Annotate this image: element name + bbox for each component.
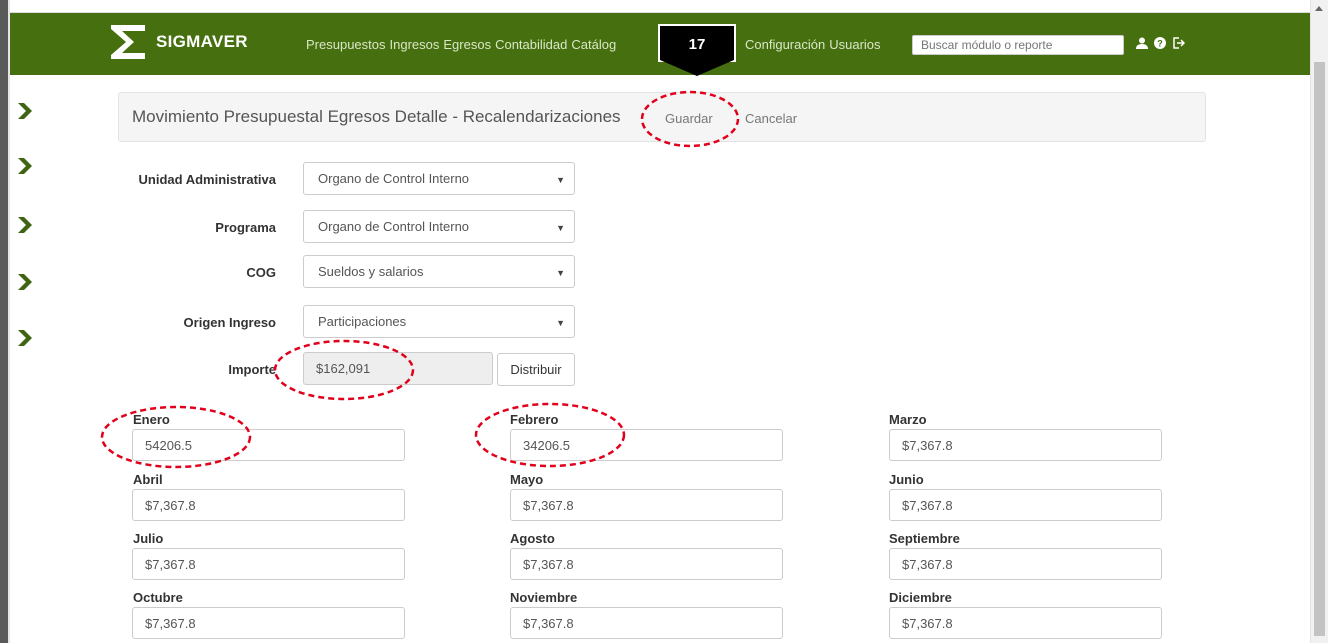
menu-item-catalogos[interactable]: Catálog [571,37,616,52]
month-input-abril[interactable]: $7,367.8 [132,489,405,521]
month-input-diciembre[interactable]: $7,367.8 [889,607,1162,639]
help-icon[interactable]: ? [1154,37,1166,52]
chevron-right-icon[interactable] [16,215,34,235]
main-menu: Presupuestos Ingresos Egresos Contabilid… [306,37,620,52]
month-value: $7,367.8 [523,557,574,572]
save-button[interactable]: Guardar [665,111,713,126]
month-value: $7,367.8 [902,616,953,631]
month-value: $7,367.8 [145,498,196,513]
origen-ingreso-label: Origen Ingreso [183,315,276,330]
month-label-marzo: Marzo [889,412,927,427]
month-label-junio: Junio [889,472,924,487]
page-header-panel: Movimiento Presupuestal Egresos Detalle … [118,92,1206,142]
menu-item-configuracion[interactable]: Configuración [745,37,825,52]
sigmaver-logo-icon [111,25,145,59]
month-input-octubre[interactable]: $7,367.8 [132,607,405,639]
scrollbar-thumb[interactable] [1314,62,1325,636]
unidad-administrativa-value: Organo de Control Interno [318,171,470,186]
month-value: 34206.5 [523,438,570,453]
chevron-right-icon[interactable] [16,156,34,176]
month-value: $7,367.8 [145,557,196,572]
cog-label: COG [246,265,276,280]
scroll-up-arrow-icon[interactable] [1315,6,1323,11]
vertical-scrollbar[interactable] [1310,0,1328,643]
caret-down-icon: ▼ [556,318,565,328]
user-icon[interactable] [1136,37,1148,52]
month-input-noviembre[interactable]: $7,367.8 [510,607,783,639]
top-strip [10,0,1310,13]
month-input-agosto[interactable]: $7,367.8 [510,548,783,580]
caret-down-icon: ▼ [556,175,565,185]
month-label-abril: Abril [133,472,163,487]
importe-value: $162,091 [316,361,371,376]
month-label-octubre: Octubre [133,590,183,605]
month-value: $7,367.8 [523,616,574,631]
month-label-enero: Enero [133,412,170,427]
month-value: $7,367.8 [902,438,953,453]
month-label-julio: Julio [133,531,164,546]
brand-name: SIGMAVER [156,32,248,51]
programa-select[interactable]: Organo de Control Interno ▼ [303,210,575,243]
svg-text:?: ? [1157,39,1163,49]
programa-label: Programa [215,220,276,235]
menu-item-contabilidad[interactable]: Contabilidad [495,37,567,52]
programa-value: Organo de Control Interno [318,219,470,234]
month-label-septiembre: Septiembre [889,531,960,546]
unidad-administrativa-label: Unidad Administrativa [138,172,276,187]
window-left-inner-border [8,0,10,643]
unidad-administrativa-select[interactable]: Organo de Control Interno ▼ [303,162,575,195]
chevron-right-icon[interactable] [16,328,34,348]
page-title: Movimiento Presupuestal Egresos Detalle … [132,107,621,126]
distribuir-button[interactable]: Distribuir [497,353,575,386]
menu-item-usuarios[interactable]: Usuarios [829,37,880,52]
chevron-right-icon[interactable] [16,272,34,292]
menu-item-egresos[interactable]: Egresos [443,37,491,52]
logout-icon[interactable] [1172,37,1186,52]
importe-label: Importe [228,362,276,377]
month-input-mayo[interactable]: $7,367.8 [510,489,783,521]
cog-select[interactable]: Sueldos y salarios ▼ [303,255,575,288]
month-value: $7,367.8 [145,616,196,631]
menu-item-ingresos[interactable]: Ingresos [390,37,440,52]
month-input-septiembre[interactable]: $7,367.8 [889,548,1162,580]
month-input-junio[interactable]: $7,367.8 [889,489,1162,521]
month-value: $7,367.8 [902,498,953,513]
origen-ingreso-select[interactable]: Participaciones ▼ [303,305,575,338]
cog-value: Sueldos y salarios [318,264,424,279]
month-label-diciembre: Diciembre [889,590,952,605]
importe-field: $162,091 [303,352,493,385]
chevron-right-icon[interactable] [16,101,34,121]
brand[interactable]: SIGMAVER [108,19,248,65]
month-label-noviembre: Noviembre [510,590,578,605]
month-label-mayo: Mayo [510,472,544,487]
month-label-agosto: Agosto [510,531,555,546]
nav-icons: ? [1136,37,1191,52]
month-input-febrero[interactable]: 34206.5 [510,429,783,461]
step-number: 17 [689,36,706,53]
month-label-febrero: Febrero [510,412,559,427]
origen-ingreso-value: Participaciones [318,314,407,329]
step-callout-badge: 17 [658,24,736,76]
month-value: 54206.5 [145,438,192,453]
window-left-border [0,0,8,643]
month-input-marzo[interactable]: $7,367.8 [889,429,1162,461]
month-input-enero[interactable]: 54206.5 [132,429,405,461]
search-input[interactable] [912,35,1124,55]
main-menu-right: Configuración Usuarios [745,37,885,52]
month-input-julio[interactable]: $7,367.8 [132,548,405,580]
caret-down-icon: ▼ [556,223,565,233]
month-value: $7,367.8 [902,557,953,572]
menu-item-presupuestos[interactable]: Presupuestos [306,37,386,52]
cancel-button[interactable]: Cancelar [745,111,797,126]
caret-down-icon: ▼ [556,268,565,278]
month-value: $7,367.8 [523,498,574,513]
